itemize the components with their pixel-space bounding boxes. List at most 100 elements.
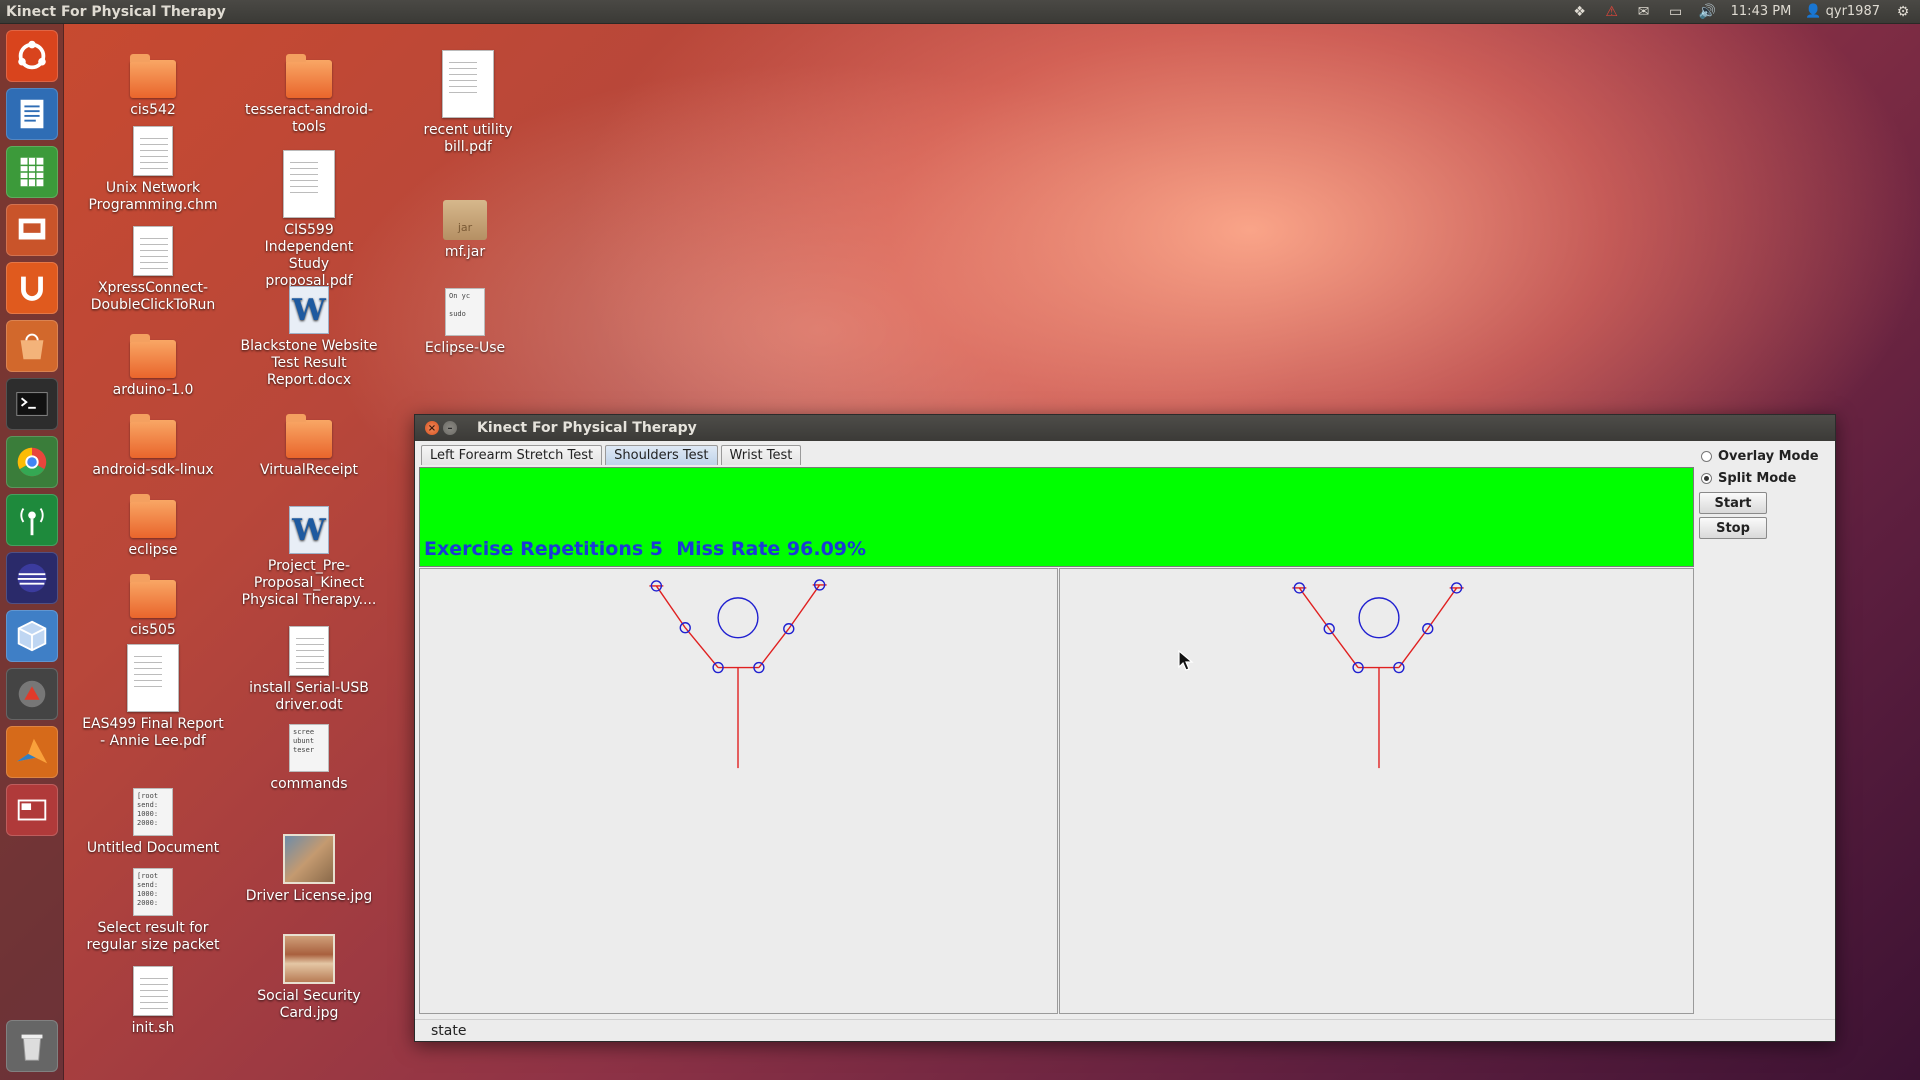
desktop-icon-label: Untitled Document bbox=[86, 840, 220, 856]
user-menu[interactable]: 👤 qyr1987 bbox=[1805, 4, 1880, 19]
eclipse-launcher[interactable] bbox=[6, 552, 58, 604]
pdf-document-icon bbox=[127, 644, 179, 712]
desktop-icon[interactable]: [root send: 1000: 2000: Untitled Documen… bbox=[78, 784, 228, 857]
software-center-launcher[interactable] bbox=[6, 320, 58, 372]
writer-launcher[interactable] bbox=[6, 88, 58, 140]
ubuntu-one-icon bbox=[21, 276, 43, 301]
overlay-mode-option[interactable]: Overlay Mode bbox=[1697, 445, 1835, 467]
start-button[interactable]: Start bbox=[1699, 492, 1767, 514]
desktop-icon[interactable]: jar mf.jar bbox=[390, 188, 540, 261]
desktop-icon[interactable]: install Serial-USB driver.odt bbox=[234, 624, 384, 714]
desktop-icon[interactable]: Driver License.jpg bbox=[234, 832, 384, 905]
minimize-icon[interactable]: – bbox=[443, 421, 457, 435]
ubuntu-one-launcher[interactable] bbox=[6, 262, 58, 314]
text-file-icon: [root send: 1000: 2000: bbox=[133, 868, 173, 916]
desktop-icon[interactable]: arduino-1.0 bbox=[78, 326, 228, 399]
folder-icon bbox=[130, 54, 176, 98]
overlay-mode-radio[interactable] bbox=[1701, 450, 1712, 462]
software-center-icon bbox=[20, 333, 44, 360]
desktop-icon-label: VirtualReceipt bbox=[259, 462, 359, 478]
desktop-icon[interactable]: EAS499 Final Report - Annie Lee.pdf bbox=[78, 644, 228, 750]
mail-icon[interactable]: ✉ bbox=[1635, 4, 1653, 20]
desktop-icon[interactable]: cis542 bbox=[78, 46, 228, 119]
folder-icon bbox=[286, 54, 332, 98]
desktop-icon-label: Select result for regular size packet bbox=[86, 920, 220, 953]
virtualbox-launcher[interactable] bbox=[6, 610, 58, 662]
text-file-icon: [root send: 1000: 2000: bbox=[133, 788, 173, 836]
warning-icon[interactable]: ⚠ bbox=[1603, 4, 1621, 20]
pdf-document-icon bbox=[442, 50, 494, 118]
desktop-icon[interactable]: [root send: 1000: 2000: Select result fo… bbox=[78, 864, 228, 954]
username: qyr1987 bbox=[1825, 4, 1880, 19]
radio-tower-launcher[interactable] bbox=[6, 494, 58, 546]
matlab-launcher[interactable] bbox=[6, 726, 58, 778]
window-titlebar[interactable]: × – Kinect For Physical Therapy bbox=[415, 415, 1835, 441]
split-mode-option[interactable]: Split Mode bbox=[1697, 467, 1835, 489]
split-mode-label: Split Mode bbox=[1718, 470, 1797, 486]
desktop-icon[interactable]: tesseract-android-tools bbox=[234, 46, 384, 136]
tab-wrist-test[interactable]: Wrist Test bbox=[720, 445, 802, 465]
trash-launcher[interactable] bbox=[6, 1020, 58, 1072]
clock[interactable]: 11:43 PM bbox=[1731, 4, 1792, 19]
kinect-app-window: × – Kinect For Physical Therapy Left For… bbox=[414, 414, 1836, 1042]
desktop-icon[interactable]: scree ubunt teser commands bbox=[234, 720, 384, 793]
folder-icon bbox=[130, 574, 176, 618]
right-skeleton-figure bbox=[1292, 582, 1464, 769]
desktop-icon-label: init.sh bbox=[131, 1020, 175, 1036]
workspace-switcher-icon bbox=[17, 799, 47, 821]
desktop-icon[interactable]: VirtualReceipt bbox=[234, 406, 384, 479]
chrome-launcher[interactable] bbox=[6, 436, 58, 488]
volume-icon[interactable]: 🔊 bbox=[1699, 4, 1717, 20]
tab-left-forearm-stretch-test[interactable]: Left Forearm Stretch Test bbox=[421, 445, 603, 465]
desktop-icon-label: Eclipse-Use bbox=[424, 340, 506, 356]
java-app-icon bbox=[18, 680, 46, 708]
test-tabs: Left Forearm Stretch Test Shoulders Test… bbox=[421, 445, 802, 465]
settings-gear-icon[interactable]: ⚙ bbox=[1894, 4, 1912, 20]
desktop-icon[interactable]: On yc sudo Eclipse-Use bbox=[390, 284, 540, 357]
desktop-icon[interactable]: init.sh bbox=[78, 964, 228, 1037]
calc-launcher[interactable] bbox=[6, 146, 58, 198]
desktop-icon-label: Unix Network Programming.chm bbox=[88, 180, 218, 213]
desktop-icon-label: android-sdk-linux bbox=[92, 462, 214, 478]
desktop-icon[interactable]: W Project_Pre-Proposal_Kinect Physical T… bbox=[234, 502, 384, 609]
folder-icon bbox=[130, 414, 176, 458]
terminal-launcher[interactable] bbox=[6, 378, 58, 430]
document-icon bbox=[133, 126, 173, 176]
stop-button[interactable]: Stop bbox=[1699, 517, 1767, 539]
trash-icon bbox=[21, 1034, 43, 1061]
desktop-icon-label: mf.jar bbox=[444, 244, 486, 260]
desktop-icon-label: cis542 bbox=[130, 102, 176, 118]
word-document-icon: W bbox=[289, 506, 329, 554]
exercise-stats: Exercise Repetitions 5 Miss Rate 96.09% bbox=[424, 538, 867, 560]
left-skeleton-pane bbox=[419, 568, 1058, 1014]
tab-shoulders-test[interactable]: Shoulders Test bbox=[605, 445, 718, 465]
dropbox-icon[interactable]: ❖ bbox=[1571, 4, 1589, 20]
desktop-icon[interactable]: XpressConnect-DoubleClickToRun bbox=[78, 224, 228, 314]
folder-icon bbox=[286, 414, 332, 458]
left-skeleton-figure bbox=[649, 579, 827, 769]
desktop-icon[interactable]: Social Security Card.jpg bbox=[234, 932, 384, 1022]
desktop-icon[interactable]: eclipse bbox=[78, 486, 228, 559]
desktop-icon-label: CIS599 Independent Study proposal.pdf bbox=[264, 222, 354, 289]
desktop-icon[interactable]: cis505 bbox=[78, 566, 228, 639]
folder-icon bbox=[130, 494, 176, 538]
desktop-icon[interactable]: Unix Network Programming.chm bbox=[78, 124, 228, 214]
text-file-icon: On yc sudo bbox=[445, 288, 485, 336]
impress-launcher[interactable] bbox=[6, 204, 58, 256]
launcher bbox=[0, 24, 64, 1080]
chrome-icon bbox=[17, 447, 47, 477]
desktop-icon[interactable]: recent utility bill.pdf bbox=[393, 46, 543, 156]
battery-icon[interactable]: ▭ bbox=[1667, 4, 1685, 20]
split-mode-radio[interactable] bbox=[1701, 472, 1712, 484]
desktop-icon[interactable]: W Blackstone Website Test Result Report.… bbox=[234, 282, 384, 389]
desktop-icon[interactable]: CIS599 Independent Study proposal.pdf bbox=[234, 146, 384, 290]
desktop-icon[interactable]: android-sdk-linux bbox=[78, 406, 228, 479]
desktop-icon-label: Social Security Card.jpg bbox=[257, 988, 361, 1021]
exercise-status-banner: Exercise Repetitions 5 Miss Rate 96.09% bbox=[419, 467, 1694, 567]
desktop-icon-label: Driver License.jpg bbox=[245, 888, 373, 904]
java-app-launcher[interactable] bbox=[6, 668, 58, 720]
close-icon[interactable]: × bbox=[425, 421, 439, 435]
ubuntu-dash-button[interactable] bbox=[6, 30, 58, 82]
odt-document-icon bbox=[289, 626, 329, 676]
workspace-switcher-launcher[interactable] bbox=[6, 784, 58, 836]
